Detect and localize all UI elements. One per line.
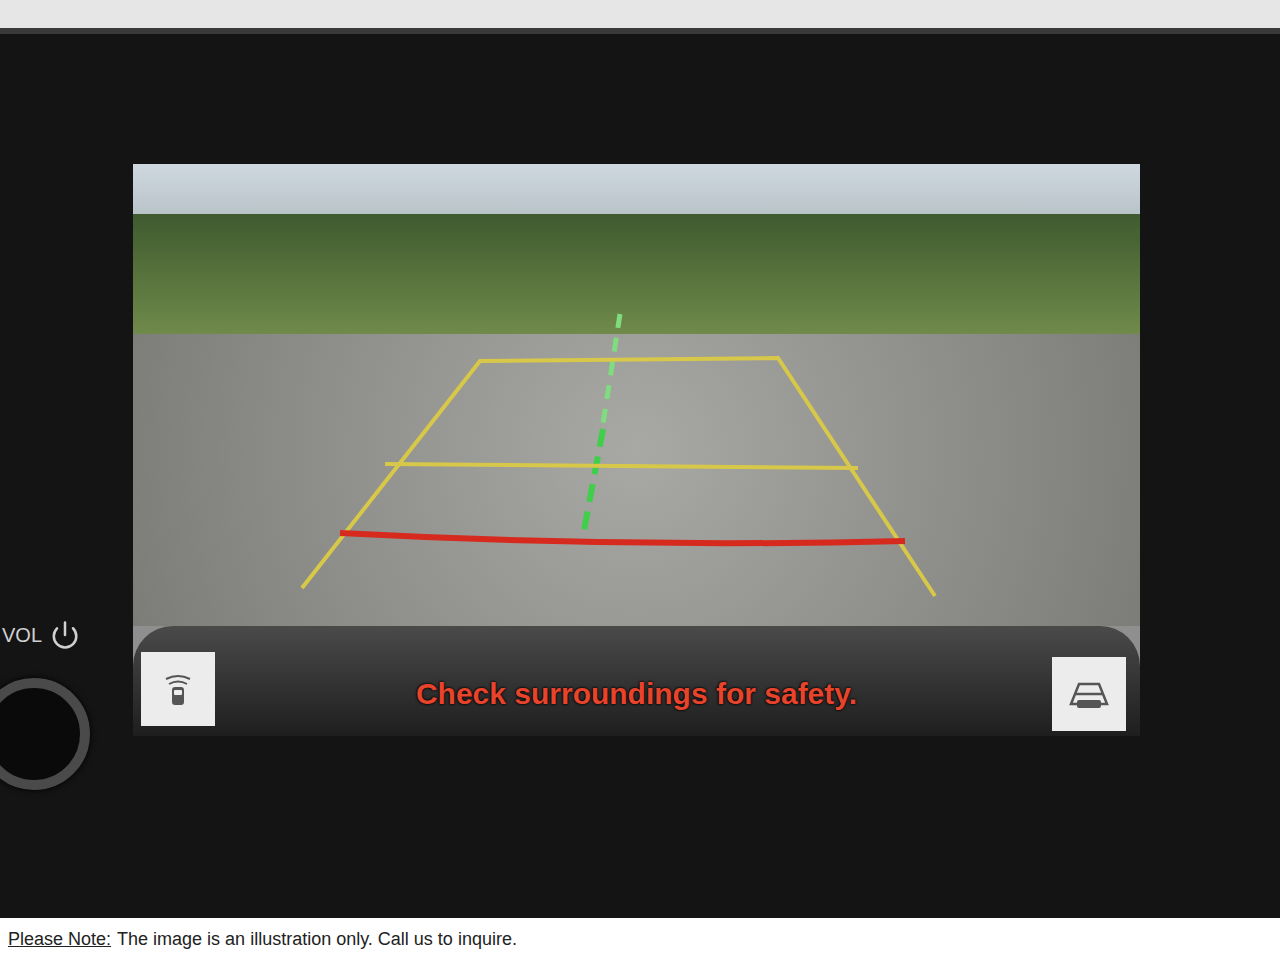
page: VOL Check surroundings for safety. Please … <box>0 0 1280 960</box>
camera-view: Check surroundings for safety. <box>133 164 1140 736</box>
guide-toggle-button[interactable] <box>1052 657 1126 731</box>
volume-knob[interactable] <box>0 678 90 790</box>
power-icon[interactable] <box>50 620 80 650</box>
right-bezel <box>1140 164 1280 918</box>
safety-message: Check surroundings for safety. <box>283 671 990 716</box>
caption-text: The image is an illustration only. Call … <box>117 926 517 953</box>
guide-lines <box>133 164 1140 736</box>
gravel <box>133 334 1140 626</box>
control-column: VOL <box>0 164 133 918</box>
guide-lines-icon <box>1067 676 1111 712</box>
parking-sensor-icon <box>158 669 198 709</box>
caption-label: Please Note: <box>8 926 111 953</box>
volume-row: VOL <box>0 620 133 650</box>
fence-greenery <box>133 214 1140 334</box>
sky <box>133 164 1140 214</box>
volume-label: VOL <box>2 620 42 650</box>
caption-bar: Please Note:The image is an illustration… <box>0 918 1280 960</box>
sensor-button[interactable] <box>141 652 215 726</box>
head-unit: VOL Check surroundings for safety. <box>0 28 1280 918</box>
top-strip <box>0 0 1280 28</box>
